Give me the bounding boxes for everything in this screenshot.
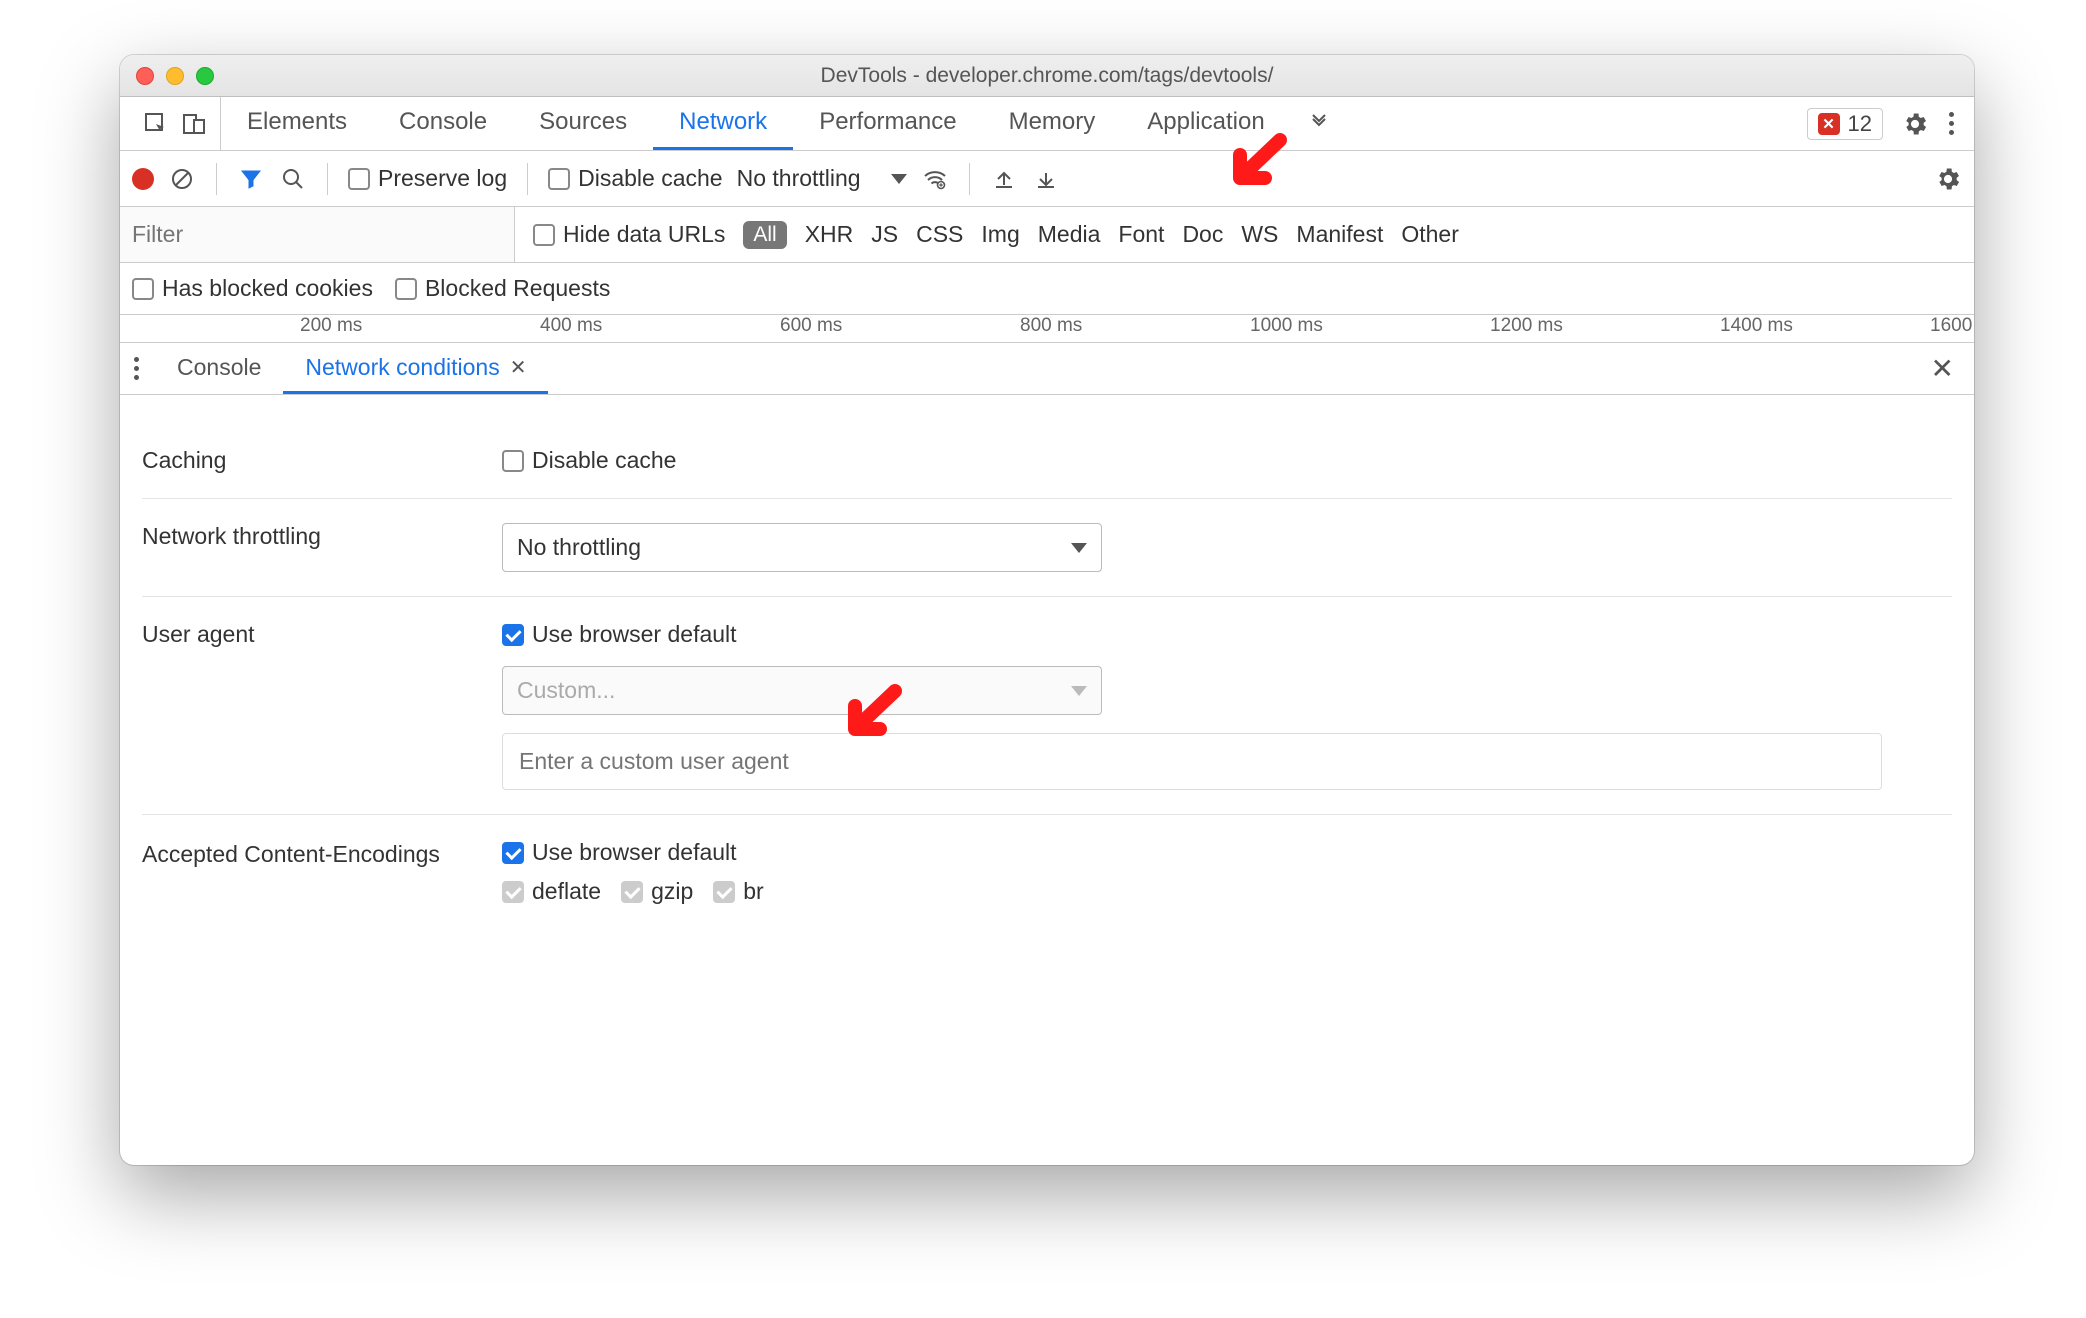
drawer-tab-network-conditions[interactable]: Network conditions ✕ [283, 343, 548, 394]
timeline-tick: 600 ms [780, 315, 842, 337]
more-options-icon[interactable] [1947, 110, 1956, 137]
window-title: DevTools - developer.chrome.com/tags/dev… [120, 64, 1974, 88]
preserve-log-checkbox[interactable]: Preserve log [348, 165, 507, 192]
throttling-select-drawer[interactable]: No throttling [502, 523, 1102, 572]
drawer-tabstrip: Console Network conditions ✕ ✕ [120, 343, 1974, 395]
tabs-overflow-icon[interactable] [1291, 97, 1347, 150]
network-toolbar: Preserve log Disable cache No throttling [120, 151, 1974, 207]
ua-custom-select: Custom... [502, 666, 1102, 715]
upload-har-icon[interactable] [990, 165, 1018, 193]
timeline-tick: 1000 ms [1250, 315, 1323, 337]
filter-type-js[interactable]: JS [871, 221, 898, 248]
toggle-device-toolbar-icon[interactable] [180, 110, 208, 138]
network-conditions-icon[interactable] [921, 165, 949, 193]
network-settings-gear-icon[interactable] [1934, 165, 1962, 193]
close-drawer-icon[interactable]: ✕ [1923, 352, 1962, 385]
close-tab-icon[interactable]: ✕ [510, 355, 527, 380]
dropdown-icon [1071, 543, 1087, 553]
filter-toggle-icon[interactable] [237, 165, 265, 193]
timeline-tick: 400 ms [540, 315, 602, 337]
tab-network[interactable]: Network [653, 97, 793, 150]
drawer-tab-console[interactable]: Console [155, 343, 283, 394]
section-throttling: Network throttling No throttling [142, 499, 1952, 597]
waterfall-overview[interactable]: 200 ms 400 ms 600 ms 800 ms 1000 ms 1200… [120, 315, 1974, 343]
devtools-window: DevTools - developer.chrome.com/tags/dev… [120, 55, 1974, 1165]
blocked-requests-checkbox[interactable]: Blocked Requests [395, 275, 610, 302]
error-count: 12 [1848, 111, 1872, 137]
encodings-label: Accepted Content-Encodings [142, 839, 502, 870]
titlebar: DevTools - developer.chrome.com/tags/dev… [120, 55, 1974, 97]
disable-cache-checkbox[interactable]: Disable cache [548, 165, 722, 192]
filter-type-media[interactable]: Media [1038, 221, 1101, 248]
filter-bar-secondary: Has blocked cookies Blocked Requests [120, 263, 1974, 315]
timeline-tick: 1200 ms [1490, 315, 1563, 337]
tab-performance[interactable]: Performance [793, 97, 982, 150]
timeline-tick: 1600 ms [1930, 315, 1974, 343]
main-tabstrip: Elements Console Sources Network Perform… [120, 97, 1974, 151]
download-har-icon[interactable] [1032, 165, 1060, 193]
hide-data-urls-checkbox[interactable]: Hide data URLs [533, 221, 725, 248]
filter-type-xhr[interactable]: XHR [805, 221, 854, 248]
search-icon[interactable] [279, 165, 307, 193]
timeline-tick: 800 ms [1020, 315, 1082, 337]
section-caching: Caching Disable cache [142, 423, 1952, 499]
ua-custom-input [502, 733, 1882, 790]
caching-label: Caching [142, 447, 502, 474]
tab-console[interactable]: Console [373, 97, 513, 150]
error-counter[interactable]: ✕ 12 [1807, 108, 1883, 140]
ua-use-default-checkbox[interactable]: Use browser default [502, 621, 737, 648]
tab-sources[interactable]: Sources [513, 97, 653, 150]
clear-button[interactable] [168, 165, 196, 193]
error-icon: ✕ [1818, 113, 1840, 135]
has-blocked-cookies-checkbox[interactable]: Has blocked cookies [132, 275, 373, 302]
tab-application[interactable]: Application [1121, 97, 1290, 150]
network-conditions-panel: Caching Disable cache Network throttling… [120, 395, 1974, 1165]
encoding-gzip-checkbox: gzip [621, 878, 693, 905]
dropdown-icon [1071, 686, 1087, 696]
filter-type-css[interactable]: CSS [916, 221, 963, 248]
tab-memory[interactable]: Memory [983, 97, 1122, 150]
encodings-use-default-checkbox[interactable]: Use browser default [502, 839, 737, 866]
filter-type-ws[interactable]: WS [1241, 221, 1278, 248]
throttling-label: Network throttling [142, 523, 502, 550]
dropdown-icon [891, 174, 907, 184]
settings-gear-icon[interactable] [1901, 110, 1929, 138]
filter-type-font[interactable]: Font [1118, 221, 1164, 248]
filter-type-doc[interactable]: Doc [1182, 221, 1223, 248]
drawer-more-icon[interactable] [132, 355, 141, 382]
section-user-agent: User agent Use browser default Custom... [142, 597, 1952, 815]
section-encodings: Accepted Content-Encodings Use browser d… [142, 815, 1952, 929]
disable-cache-checkbox-drawer[interactable]: Disable cache [502, 447, 676, 474]
tab-elements[interactable]: Elements [221, 97, 373, 150]
filter-type-all[interactable]: All [743, 221, 786, 249]
inspect-element-icon[interactable] [142, 110, 170, 138]
timeline-tick: 1400 ms [1720, 315, 1793, 337]
encoding-br-checkbox: br [713, 878, 763, 905]
encoding-deflate-checkbox: deflate [502, 878, 601, 905]
user-agent-label: User agent [142, 621, 502, 648]
timeline-tick: 200 ms [300, 315, 362, 337]
filter-type-manifest[interactable]: Manifest [1296, 221, 1383, 248]
filter-type-other[interactable]: Other [1401, 221, 1459, 248]
throttling-select[interactable]: No throttling [737, 165, 907, 192]
filter-input[interactable] [120, 207, 515, 262]
filter-bar: Hide data URLs All XHR JS CSS Img Media … [120, 207, 1974, 263]
record-button[interactable] [132, 168, 154, 190]
filter-type-img[interactable]: Img [981, 221, 1019, 248]
